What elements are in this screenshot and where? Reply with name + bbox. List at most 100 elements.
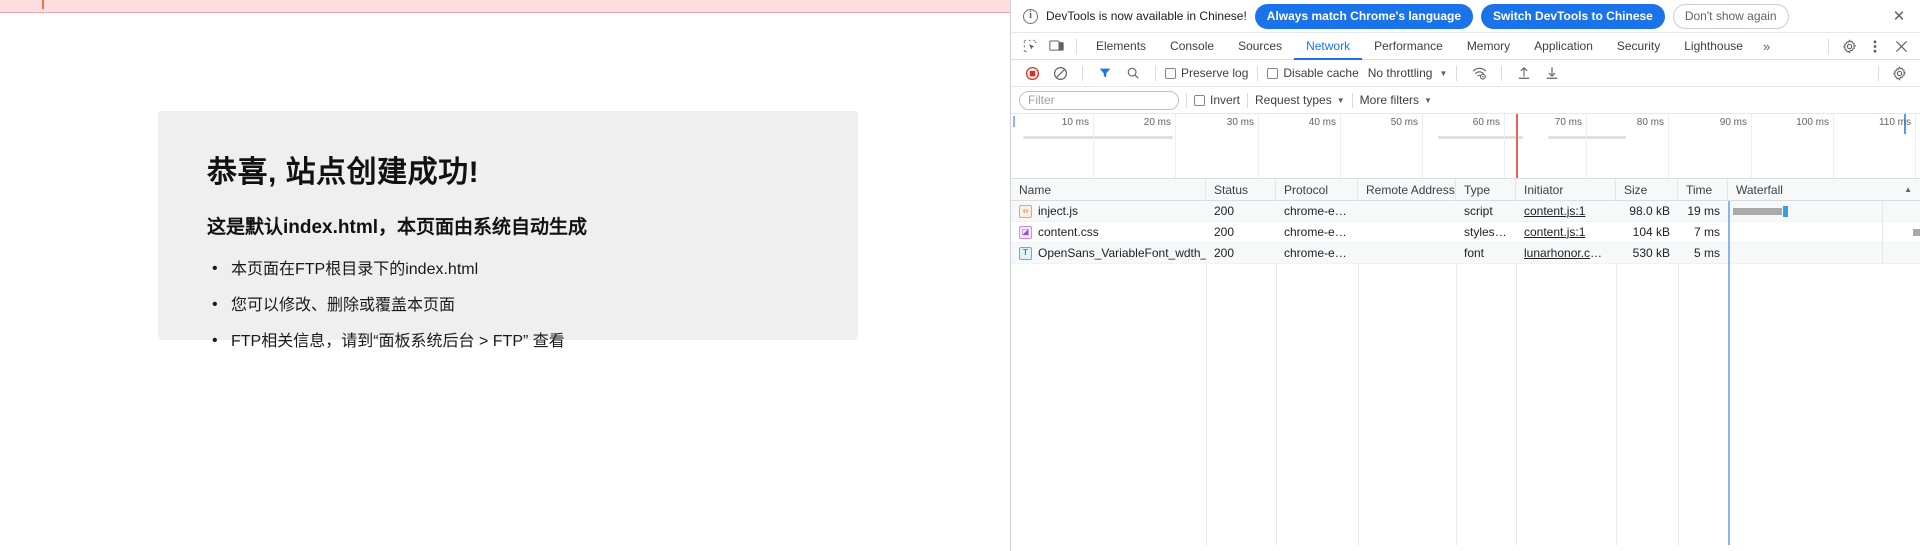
chevron-down-icon: ▼ (1336, 95, 1345, 105)
toolbar-separator (1082, 65, 1083, 81)
column-header-status[interactable]: Status (1206, 178, 1276, 201)
waterfall-dom-line (1728, 200, 1730, 222)
tab-performance[interactable]: Performance (1362, 33, 1455, 60)
waterfall-dom-line (1728, 242, 1730, 264)
row-size: 530 kB (1632, 245, 1670, 260)
toolbar-separator (1828, 38, 1829, 54)
row-waterfall (1728, 221, 1920, 243)
tab-security[interactable]: Security (1605, 33, 1672, 60)
tab-elements[interactable]: Elements (1084, 33, 1158, 60)
waterfall-download-bar (1783, 205, 1788, 217)
close-devtools-icon[interactable] (1888, 34, 1914, 58)
row-initiator[interactable]: content.js:1 (1516, 201, 1616, 222)
dont-show-again-button[interactable]: Don't show again (1672, 3, 1789, 29)
toolbar-separator (1155, 65, 1156, 81)
column-header-name[interactable]: Name (1011, 178, 1206, 201)
row-type: styleshe… (1464, 224, 1516, 239)
row-initiator[interactable]: lunarhonor.com/ (1516, 243, 1616, 264)
waterfall-gridline (1882, 200, 1883, 222)
preserve-log-checkbox[interactable]: Preserve log (1165, 66, 1248, 80)
switch-devtools-to-chinese-button[interactable]: Switch DevTools to Chinese (1481, 3, 1665, 29)
close-icon[interactable]: ✕ (1888, 5, 1910, 27)
info-icon: i (1023, 8, 1038, 24)
overview-request-bar (1438, 136, 1523, 139)
welcome-card: 恭喜, 站点创建成功! 这是默认index.html，本页面由系统自动生成 本页… (158, 111, 858, 351)
row-remote-address (1358, 243, 1456, 264)
checkbox-box (1165, 67, 1176, 79)
column-header-size[interactable]: Size (1616, 178, 1678, 201)
row-name: inject.js (1038, 203, 1079, 218)
row-protocol: chrome-ext… (1284, 203, 1357, 218)
waterfall-dom-line (1728, 221, 1730, 243)
tab-memory[interactable]: Memory (1455, 33, 1522, 60)
row-initiator[interactable]: content.js:1 (1516, 222, 1616, 243)
request-types-dropdown[interactable]: Request types ▼ (1255, 93, 1345, 107)
row-status: 200 (1214, 245, 1235, 260)
disable-cache-label: Disable cache (1283, 66, 1359, 80)
device-toolbar-icon[interactable] (1043, 34, 1069, 58)
throttling-select[interactable]: No throttling (1368, 66, 1433, 80)
column-header-initiator[interactable]: Initiator (1516, 178, 1616, 201)
page-title: 恭喜, 站点创建成功! (207, 156, 480, 189)
web-page-viewport: 恭喜, 站点创建成功! 这是默认index.html，本页面由系统自动生成 本页… (0, 0, 1010, 551)
list-item: FTP相关信息，请到“面板系统后台 > FTP” 查看 (212, 331, 858, 353)
page-top-accent-bar (0, 0, 1010, 13)
column-header-time[interactable]: Time (1678, 178, 1728, 201)
table-row[interactable]: ‹› inject.js 200 chrome-ext… script cont… (1011, 200, 1920, 222)
timeline-gridline (1093, 114, 1094, 178)
toolbar-right (1871, 61, 1912, 85)
row-time: 5 ms (1693, 245, 1720, 260)
more-filters-label: More filters (1359, 93, 1419, 107)
tab-application[interactable]: Application (1522, 33, 1605, 60)
more-options-icon[interactable] (1862, 34, 1888, 58)
more-filters-dropdown[interactable]: More filters ▼ (1360, 93, 1432, 107)
invert-checkbox[interactable]: Invert (1194, 93, 1240, 107)
tab-sources[interactable]: Sources (1226, 33, 1294, 60)
row-status: 200 (1214, 203, 1235, 218)
always-match-language-button[interactable]: Always match Chrome's language (1254, 3, 1474, 29)
search-icon[interactable] (1120, 61, 1146, 85)
toolbar-separator (1257, 65, 1259, 81)
table-row[interactable]: ◪ content.css 200 chrome-ext… styleshe… … (1011, 221, 1920, 243)
filter-input[interactable] (1019, 90, 1179, 110)
clear-icon[interactable] (1047, 61, 1073, 85)
row-protocol: chrome-ext… (1284, 224, 1357, 239)
network-overview-timeline[interactable]: 10 ms 20 ms 30 ms 40 ms 50 ms 60 ms 70 ms 80 ms… (1011, 114, 1920, 179)
column-header-protocol[interactable]: Protocol (1276, 178, 1358, 201)
initiator-link[interactable]: content.js:1 (1524, 225, 1585, 239)
timeline-gridline (1833, 114, 1834, 178)
column-header-waterfall[interactable]: Waterfall ▲ (1728, 179, 1920, 201)
record-icon[interactable] (1019, 61, 1045, 85)
table-row[interactable]: T OpenSans_VariableFont_wdth_… 200 chrom… (1011, 242, 1920, 264)
initiator-link[interactable]: lunarhonor.com/ (1524, 246, 1610, 260)
tab-lighthouse[interactable]: Lighthouse (1672, 33, 1755, 60)
column-header-remote-address[interactable]: Remote Address (1358, 178, 1456, 201)
initiator-link[interactable]: content.js:1 (1524, 204, 1585, 218)
disable-cache-checkbox[interactable]: Disable cache (1267, 66, 1359, 80)
row-status: 200 (1214, 224, 1235, 239)
network-conditions-icon[interactable] (1466, 61, 1492, 85)
column-divider (1276, 264, 1277, 545)
inspect-element-icon[interactable] (1017, 34, 1043, 58)
column-header-type[interactable]: Type (1456, 178, 1516, 201)
gear-icon[interactable] (1836, 34, 1862, 58)
invert-label: Invert (1210, 93, 1241, 107)
tab-console[interactable]: Console (1158, 33, 1226, 60)
network-settings-gear-icon[interactable] (1886, 61, 1912, 85)
row-name: OpenSans_VariableFont_wdth_… (1038, 245, 1206, 260)
import-har-icon[interactable] (1511, 61, 1537, 85)
toolbar-separator (1351, 92, 1353, 108)
tab-network[interactable]: Network (1294, 33, 1362, 60)
request-types-label: Request types (1255, 93, 1332, 107)
filter-icon[interactable] (1092, 61, 1118, 85)
row-name: content.css (1038, 224, 1099, 239)
chevron-down-icon[interactable]: ▼ (1439, 69, 1447, 78)
overview-request-bar (1548, 136, 1626, 139)
export-har-icon[interactable] (1539, 61, 1565, 85)
timeline-tick-label: 80 ms (1636, 117, 1664, 128)
timeline-tick-label: 100 ms (1796, 117, 1829, 128)
timeline-tick-label: 50 ms (1390, 117, 1418, 128)
page-subtitle: 这是默认index.html，本页面由系统自动生成 (207, 217, 588, 238)
row-type: font (1464, 245, 1485, 260)
more-tabs-icon[interactable]: » (1755, 39, 1778, 54)
